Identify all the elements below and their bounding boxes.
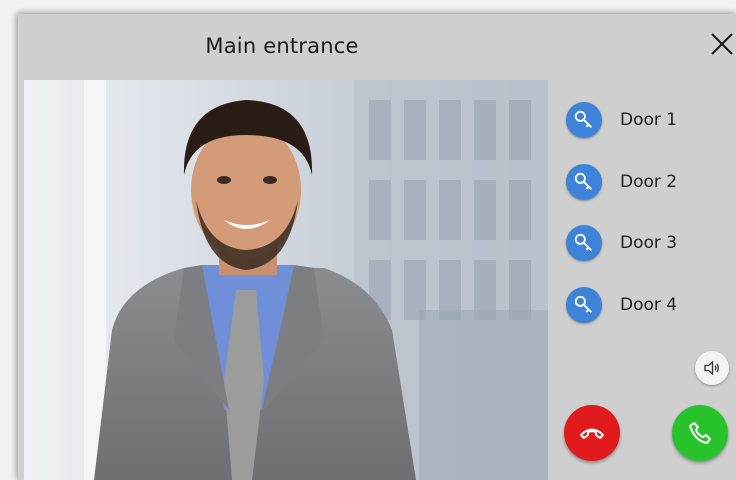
door-3-button[interactable]: Door 3 — [566, 223, 726, 263]
hang-up-button[interactable] — [564, 405, 620, 461]
door-label: Door 3 — [620, 233, 678, 253]
key-icon — [566, 287, 602, 323]
phone-answer-icon — [689, 422, 711, 444]
hang-up-icon — [580, 428, 604, 439]
intercom-window: Main entrance Door 1 Door 2 Door 3 Door … — [18, 14, 736, 480]
key-icon — [566, 164, 602, 200]
window-title: Main entrance — [205, 34, 359, 58]
close-button[interactable] — [706, 28, 736, 58]
door-label: Door 4 — [620, 295, 678, 315]
speaker-button[interactable] — [695, 351, 729, 385]
close-icon — [711, 33, 733, 55]
door-label: Door 1 — [620, 110, 678, 130]
door-4-button[interactable]: Door 4 — [566, 285, 726, 325]
title-bar: Main entrance — [18, 14, 736, 80]
door-label: Door 2 — [620, 172, 678, 192]
camera-video-feed — [24, 80, 548, 480]
answer-call-button[interactable] — [672, 405, 728, 461]
speaker-icon — [704, 360, 719, 376]
key-icon — [566, 225, 602, 261]
key-icon — [566, 102, 602, 138]
door-2-button[interactable]: Door 2 — [566, 162, 726, 202]
door-1-button[interactable]: Door 1 — [566, 100, 726, 140]
door-control-panel: Door 1 Door 2 Door 3 Door 4 — [548, 80, 736, 480]
visitor-video-image — [24, 80, 548, 480]
